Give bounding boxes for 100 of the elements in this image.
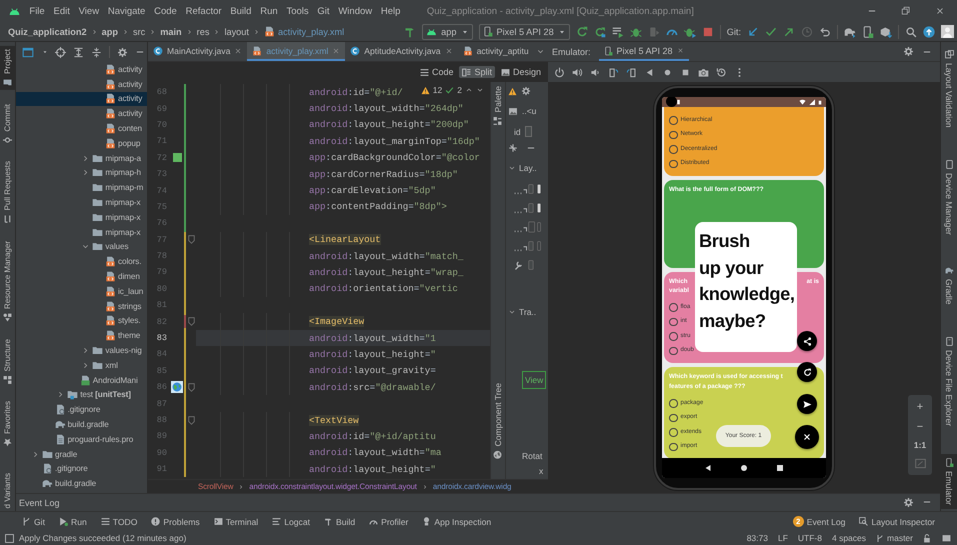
volume-down-icon[interactable] — [590, 66, 601, 78]
history-icon[interactable] — [716, 66, 727, 78]
breadcrumb-item[interactable]: layout — [224, 26, 249, 36]
tree-item[interactable]: activity — [16, 62, 147, 77]
close-icon[interactable] — [234, 46, 242, 54]
tool-window-tab[interactable]: Pull Requests — [0, 158, 15, 227]
panel-icon[interactable] — [5, 534, 14, 542]
restart-icon[interactable] — [576, 26, 588, 38]
fold-icon[interactable] — [188, 317, 194, 326]
close-icon[interactable] — [444, 46, 453, 54]
menu-item[interactable]: File — [25, 6, 50, 16]
tool-window-tab[interactable]: Run — [58, 516, 87, 526]
branch-widget[interactable]: master — [876, 533, 913, 543]
view-mode-button[interactable]: Split — [459, 66, 495, 78]
undo-icon[interactable] — [819, 26, 831, 38]
tree-item[interactable]: theme — [16, 328, 147, 344]
view-mode-button[interactable]: Design — [498, 66, 544, 78]
tree-item[interactable]: styles. — [16, 314, 147, 328]
menu-item[interactable]: Window — [334, 6, 377, 16]
tool-window-tab[interactable]: Commit — [0, 100, 15, 148]
tree-item[interactable]: build.gradle — [16, 476, 147, 492]
restore-icon[interactable] — [901, 6, 911, 16]
radio-button[interactable] — [669, 116, 678, 124]
tool-window-tab[interactable]: Favorites — [0, 398, 15, 450]
radio-button[interactable] — [669, 145, 678, 154]
restart-icon[interactable] — [594, 26, 606, 38]
breadcrumb-item[interactable]: src — [132, 26, 146, 36]
section-header[interactable]: Tra.. — [508, 307, 548, 317]
tree-item[interactable]: mipmap-a — [16, 150, 147, 166]
radio-button[interactable] — [669, 303, 678, 312]
power-icon[interactable] — [554, 66, 565, 78]
actual-size-button[interactable]: 1:1 — [914, 440, 926, 450]
tree-item[interactable]: dimen — [16, 269, 147, 284]
package-icon[interactable] — [880, 26, 892, 38]
menu-item[interactable]: View — [74, 6, 104, 16]
lock-icon[interactable] — [923, 534, 932, 542]
tool-window-tab[interactable]: Build — [324, 516, 356, 526]
volume-up-icon[interactable] — [572, 66, 583, 78]
stop-icon[interactable] — [702, 26, 714, 38]
back-icon[interactable] — [704, 464, 712, 472]
tree-item[interactable]: mipmap-h — [16, 166, 147, 180]
tool-window-tab[interactable]: Problems — [151, 516, 200, 526]
check-icon[interactable] — [765, 26, 777, 38]
editor-tab[interactable]: activity_aptitu — [458, 42, 534, 61]
caret-position[interactable]: 83:73 — [746, 533, 768, 543]
radio-button[interactable] — [669, 442, 678, 451]
notification-icon[interactable] — [942, 534, 951, 542]
tree-item[interactable]: activity — [16, 76, 147, 92]
bug-icon[interactable] — [630, 26, 642, 38]
target-icon[interactable] — [55, 46, 66, 58]
breadcrumb-item[interactable]: activity_play.xml — [278, 26, 344, 36]
bug-icon[interactable] — [684, 26, 696, 38]
tree-item[interactable]: values — [16, 240, 147, 254]
hammer-icon[interactable] — [404, 26, 416, 38]
menu-item[interactable]: Code — [150, 6, 182, 16]
passed-count[interactable]: 2 — [457, 85, 462, 95]
caret-icon[interactable] — [42, 49, 48, 55]
menu-item[interactable]: Build — [226, 6, 256, 16]
tree-item[interactable]: colors. — [16, 254, 147, 270]
tool-window-tab[interactable]: Gradle — [941, 262, 957, 309]
tool-window-tab[interactable]: Component Tree — [491, 382, 505, 459]
breadcrumb-item[interactable]: res — [196, 26, 210, 36]
breadcrumb-item[interactable]: Quiz_application2 — [8, 26, 87, 36]
tree-item[interactable]: build.gradle — [16, 417, 147, 432]
menu-item[interactable]: Git — [313, 6, 334, 16]
tool-window-tab[interactable]: TODO — [100, 516, 138, 526]
tool-window-tab[interactable]: Project — [0, 46, 15, 90]
warning-count[interactable]: 12 — [432, 85, 442, 95]
editor-tab[interactable]: MainActivity.java — [148, 42, 248, 61]
fold-icon[interactable] — [188, 416, 194, 424]
tool-window-tab[interactable]: d Variants — [0, 472, 15, 511]
gear-icon[interactable] — [903, 46, 914, 57]
id-field[interactable] — [524, 126, 532, 137]
run-config-dropdown[interactable]: app — [422, 24, 472, 40]
gear-icon[interactable] — [117, 46, 128, 58]
tool-window-tab[interactable]: App Inspection — [422, 516, 492, 526]
breadcrumb-item[interactable]: app — [102, 26, 118, 36]
tree-item[interactable]: mipmap-m — [16, 180, 147, 196]
tool-window-tab[interactable]: Emulator — [941, 454, 957, 509]
list-icon[interactable] — [612, 26, 624, 38]
menu-item[interactable]: Tools — [282, 6, 314, 16]
tree-item[interactable]: popup — [16, 136, 147, 151]
tool-window-tab[interactable]: Resource Manager — [0, 238, 15, 325]
update-icon[interactable] — [923, 26, 935, 38]
camera-icon[interactable] — [698, 66, 709, 78]
tool-window-tab[interactable]: Device File Explorer — [941, 332, 957, 430]
collapse-icon[interactable] — [91, 46, 102, 58]
panel-icon[interactable] — [21, 46, 35, 58]
device-dropdown[interactable]: Pixel 5 API 28 — [478, 24, 570, 40]
tool-window-tab[interactable]: Layout Inspector — [859, 516, 935, 527]
fold-icon[interactable] — [188, 235, 194, 244]
tool-window-tab[interactable]: Terminal — [214, 516, 258, 526]
tree-item[interactable]: .gitignore — [16, 462, 147, 476]
phone-icon[interactable] — [862, 26, 874, 38]
radio-button[interactable] — [669, 428, 678, 436]
line-separator[interactable]: LF — [778, 533, 788, 543]
color-swatch[interactable] — [172, 153, 182, 162]
tree-item[interactable]: strings — [16, 298, 147, 314]
section-header[interactable]: Lay.. — [508, 163, 548, 173]
tree-item[interactable]: activity — [16, 106, 147, 122]
